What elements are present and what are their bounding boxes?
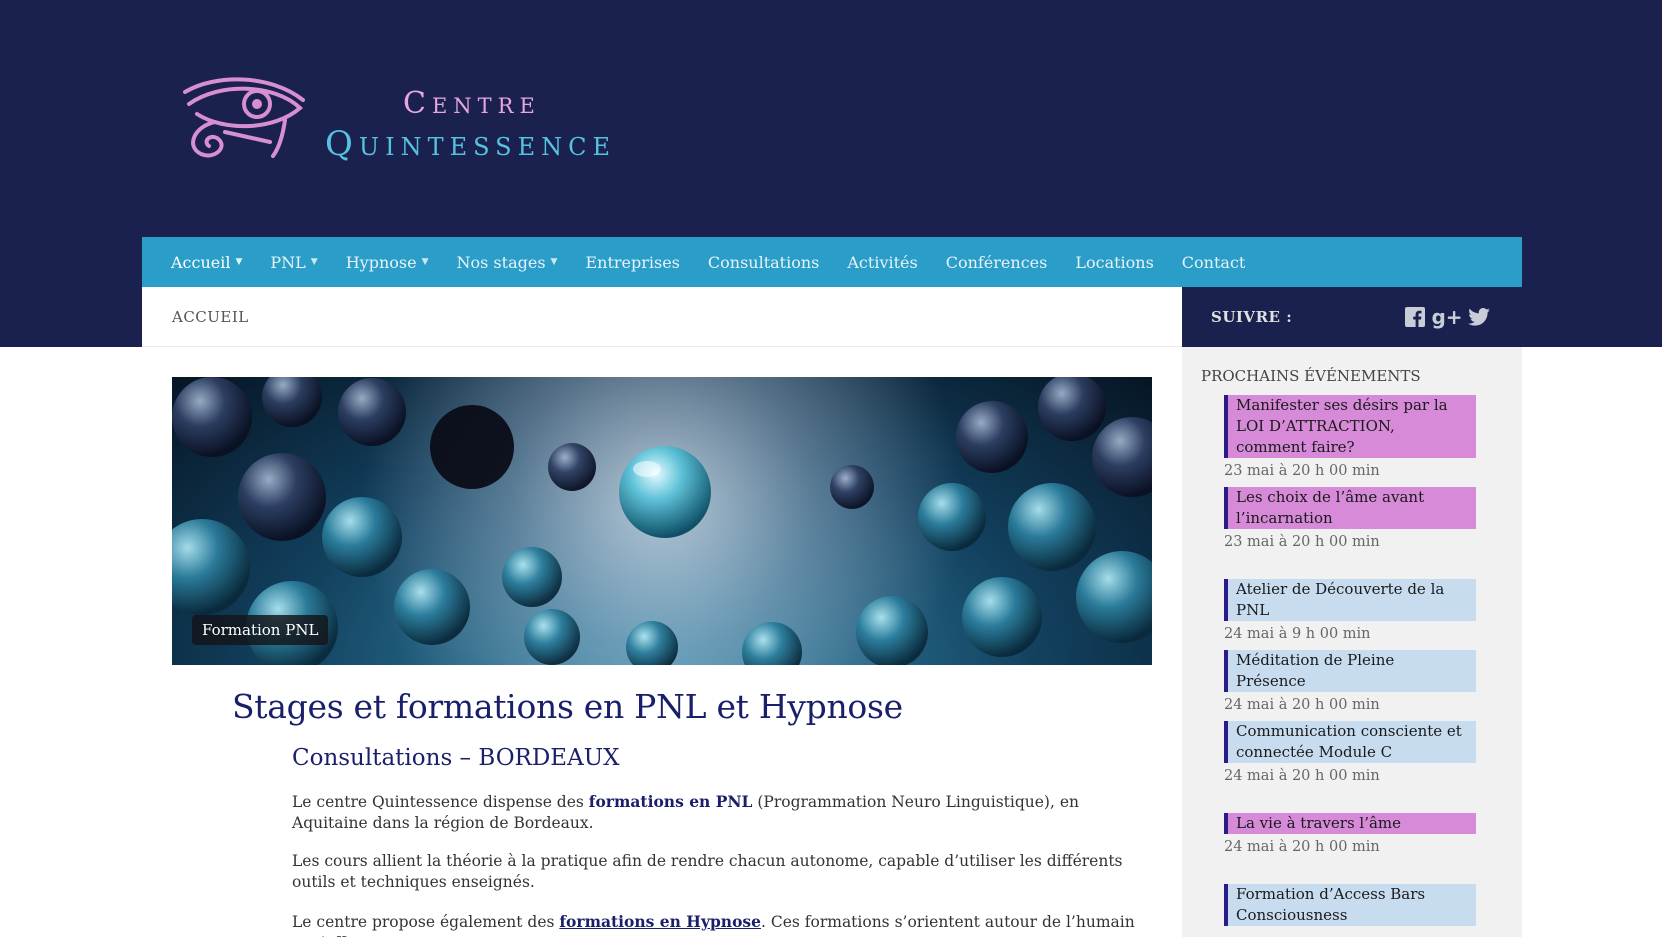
follow-bar: SUIVRE : g+ — [1182, 287, 1522, 347]
nav-label: Locations — [1075, 252, 1154, 272]
nav-label: Entreprises — [585, 252, 680, 272]
sidebar: PROCHAINS ÉVÉNEMENTS Manifester ses dési… — [1182, 347, 1522, 937]
event-date: 24 mai à 20 h 00 min — [1224, 839, 1380, 855]
event-date: 23 mai à 20 h 00 min — [1224, 534, 1380, 550]
caret-down-icon: ▼ — [421, 257, 429, 267]
nav-label: Nos stages — [456, 252, 546, 272]
nav-item-contact[interactable]: Contact — [1182, 253, 1246, 272]
event-date: 24 mai à 9 h 00 min — [1224, 626, 1371, 642]
caret-down-icon: ▼ — [550, 257, 558, 267]
event-link[interactable]: Méditation de Pleine Présence — [1224, 650, 1476, 692]
twitter-icon[interactable] — [1468, 306, 1490, 328]
nav-item-conferences[interactable]: Conférences — [946, 253, 1048, 272]
main-content: ACCUEIL Formation PNL Stages et formatio… — [142, 287, 1182, 937]
hero-category-badge[interactable]: Formation PNL — [192, 615, 329, 645]
event-item: La vie à travers l’âme 24 mai à 20 h 00 … — [1224, 813, 1476, 855]
main-navigation: Accueil ▼ PNL ▼ Hypnose ▼ Nos stages ▼ Entre… — [142, 237, 1522, 287]
nav-label: Conférences — [945, 252, 1048, 272]
follow-label: SUIVRE : — [1211, 308, 1293, 326]
strong-text-formations-pnl: formations en PNL — [588, 792, 753, 811]
nav-label: Contact — [1181, 252, 1246, 272]
paragraph-text: Le centre Quintessence dispense des — [292, 793, 589, 811]
nav-item-locations[interactable]: Locations — [1075, 253, 1153, 272]
logo-text-centre: Centre — [403, 86, 541, 121]
nav-label: Activités — [847, 252, 918, 272]
nav-item-nos-stages[interactable]: Nos stages ▼ — [457, 253, 558, 272]
nav-item-accueil[interactable]: Accueil ▼ — [171, 253, 242, 272]
google-plus-icon[interactable]: g+ — [1431, 305, 1462, 329]
nav-label: PNL — [270, 252, 306, 272]
nav-item-pnl[interactable]: PNL ▼ — [270, 253, 317, 272]
nav-item-entreprises[interactable]: Entreprises — [585, 253, 679, 272]
eye-of-horus-icon — [183, 77, 305, 158]
page-title: Stages et formations en PNL et Hypnose — [232, 687, 903, 726]
nav-label: Consultations — [707, 252, 820, 272]
page-wrapper: Accueil ▼ PNL ▼ Hypnose ▼ Nos stages ▼ Entre… — [142, 237, 1522, 937]
event-item: Atelier de Découverte de la PNL 24 mai à… — [1224, 579, 1476, 642]
hero-image[interactable]: Formation PNL — [172, 377, 1152, 665]
event-item: Manifester ses désirs par la LOI D’ATTRA… — [1224, 395, 1476, 479]
event-link[interactable]: Formation d’Access Bars Consciousness — [1224, 884, 1476, 926]
paragraph-text: Le centre propose également des — [292, 913, 560, 931]
breadcrumb: ACCUEIL — [172, 307, 249, 326]
breadcrumb-bar: ACCUEIL — [142, 287, 1182, 347]
event-item: Formation d’Access Bars Consciousness — [1224, 884, 1476, 926]
nav-item-consultations[interactable]: Consultations — [708, 253, 819, 272]
caret-down-icon: ▼ — [310, 257, 318, 267]
paragraph-intro: Le centre Quintessence dispense des form… — [292, 791, 1152, 834]
event-item: Méditation de Pleine Présence 24 mai à 2… — [1224, 650, 1476, 713]
event-link[interactable]: Communication consciente et connectée Mo… — [1224, 721, 1476, 763]
social-links: g+ — [1404, 305, 1490, 329]
page-subtitle: Consultations – BORDEAUX — [292, 745, 620, 771]
logo-text-quintessence: Quintessence — [325, 124, 616, 164]
event-item: Communication consciente et connectée Mo… — [1224, 721, 1476, 784]
event-link[interactable]: La vie à travers l’âme — [1224, 813, 1476, 834]
event-item: Les choix de l’âme avant l’incarnation 2… — [1224, 487, 1476, 550]
paragraph-hypnose: Le centre propose également des formatio… — [292, 911, 1152, 937]
sidebar-title: PROCHAINS ÉVÉNEMENTS — [1201, 367, 1421, 385]
facebook-icon[interactable] — [1404, 306, 1426, 328]
site-logo[interactable]: Centre Quintessence — [175, 72, 675, 172]
nav-label: Accueil — [171, 252, 231, 272]
nav-item-hypnose[interactable]: Hypnose ▼ — [346, 253, 429, 272]
event-date: 24 mai à 20 h 00 min — [1224, 697, 1380, 713]
nav-label: Hypnose — [345, 252, 417, 272]
event-date: 24 mai à 20 h 00 min — [1224, 768, 1380, 784]
link-formations-hypnose[interactable]: formations en Hypnose — [559, 912, 761, 931]
paragraph-courses: Les cours allient la théorie à la pratiq… — [292, 852, 1123, 891]
event-link[interactable]: Manifester ses désirs par la LOI D’ATTRA… — [1224, 395, 1476, 458]
event-date: 23 mai à 20 h 00 min — [1224, 463, 1380, 479]
nav-item-activites[interactable]: Activités — [847, 253, 917, 272]
event-link[interactable]: Atelier de Découverte de la PNL — [1224, 579, 1476, 621]
caret-down-icon: ▼ — [235, 257, 243, 267]
event-link[interactable]: Les choix de l’âme avant l’incarnation — [1224, 487, 1476, 529]
